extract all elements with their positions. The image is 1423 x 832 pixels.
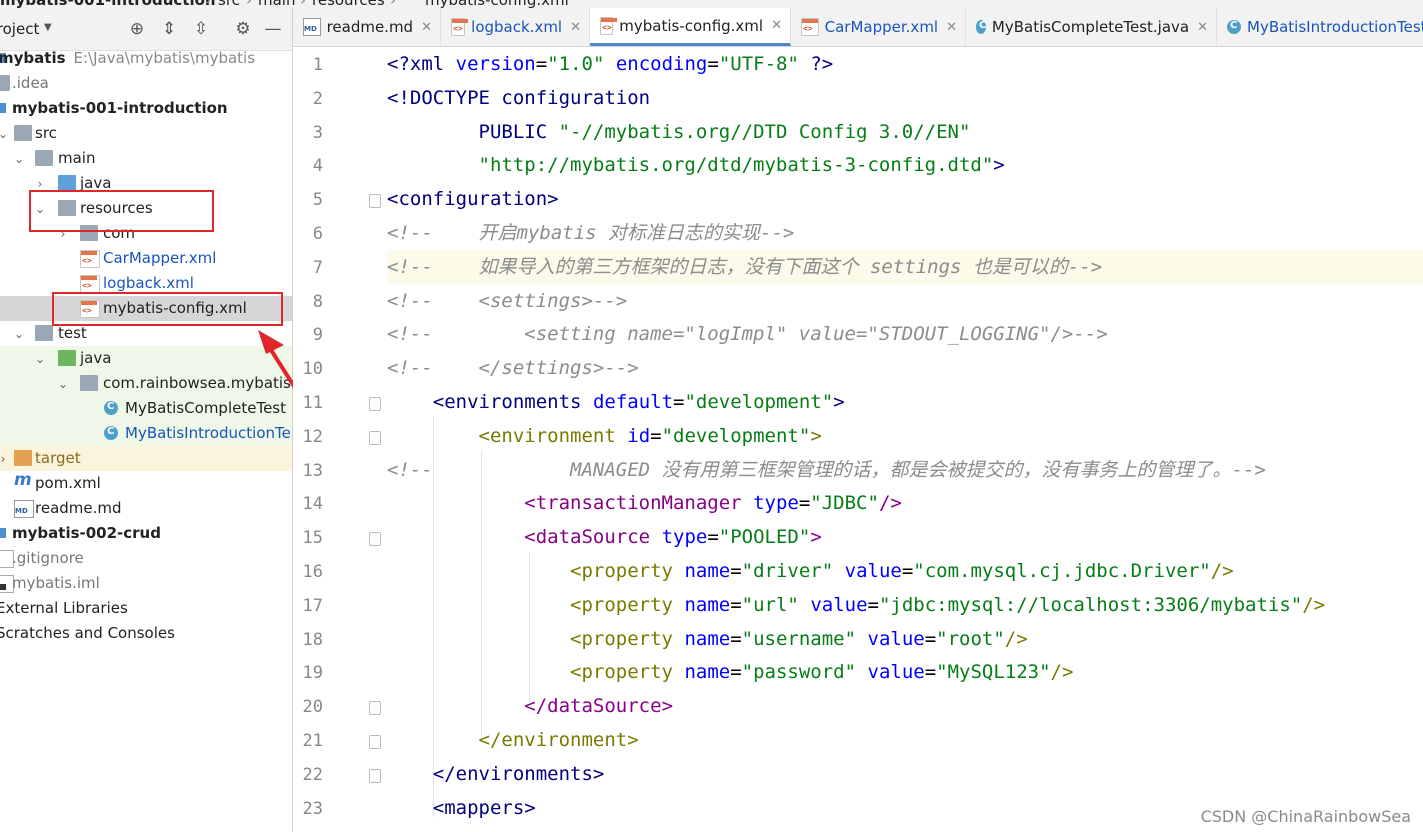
tab-carmapper[interactable]: CarMapper.xml ✕: [791, 8, 966, 46]
line-number: 1: [312, 55, 323, 75]
code-text: <!-- <setting name="logImpl" value="STDO…: [387, 323, 1108, 346]
line-number: 11: [302, 393, 323, 413]
code-line[interactable]: <environments default="development">: [387, 385, 1423, 419]
tab-mybatis-config[interactable]: mybatis-config.xml ✕: [590, 8, 791, 46]
code-text: <environments default="development">: [432, 391, 845, 413]
line-number: 22: [302, 764, 323, 785]
tab-introductiontest[interactable]: MyBatisIntroductionTest.java: [1217, 8, 1423, 46]
code-line[interactable]: <!-- 如果导入的第三方框架的日志，没有下面这个 settings 也是可以的…: [387, 249, 1423, 284]
line-number: 13: [302, 460, 323, 481]
java-class-icon: [976, 20, 986, 34]
line-number: 12: [302, 426, 323, 447]
xml-file-icon: [600, 16, 618, 35]
line-number-gutter: 1 2 3 4 5 6 7 8 9 10 11 12 13 14 15 16 17 18 19 20 21 22 23: [293, 47, 383, 832]
code-text: PUBLIC "-//mybatis.org//DTD Config 3.0//…: [478, 120, 971, 143]
code-text: <property name="driver" value="com.mysql…: [570, 560, 1234, 582]
close-icon[interactable]: ✕: [570, 20, 581, 35]
code-text: <!-- <settings>-->: [387, 289, 628, 312]
code-line[interactable]: <property name="driver" value="com.mysql…: [387, 554, 1423, 588]
code-line[interactable]: <transactionManager type="JDBC"/>: [387, 486, 1423, 520]
fold-marker-icon[interactable]: [369, 701, 381, 716]
markdown-file-icon: [303, 18, 321, 36]
fold-marker-icon[interactable]: [369, 430, 381, 445]
code-line[interactable]: <!-- 开启mybatis 对标准日志的实现-->: [387, 216, 1423, 250]
code-line[interactable]: <property name="url" value="jdbc:mysql:/…: [387, 588, 1423, 622]
code-line[interactable]: </environment>: [387, 723, 1423, 757]
xml-file-icon: [801, 18, 819, 36]
code-text: <dataSource type="POOLED">: [524, 526, 822, 549]
tab-completetest[interactable]: MyBatisCompleteTest.java ✕: [966, 8, 1217, 46]
line-number: 2: [312, 88, 323, 109]
code-text: "http://mybatis.org/dtd/mybatis-3-config…: [478, 154, 1005, 177]
tab-logback[interactable]: logback.xml ✕: [441, 8, 590, 46]
line-number: 5: [312, 190, 323, 211]
fold-marker-icon[interactable]: [369, 397, 381, 411]
code-text: </dataSource>: [524, 695, 674, 718]
code-editor[interactable]: 1 2 3 4 5 6 7 8 9 10 11 12 13 14 15 16 17 18 19 20 21 22 23 <?…: [293, 47, 1423, 832]
close-icon[interactable]: ✕: [421, 20, 432, 35]
code-text: <!-- MANAGED 没有用第三框架管理的话，都是会被提交的，没有事务上的管…: [387, 458, 1266, 481]
code-text: <!-- </settings>-->: [387, 357, 639, 380]
code-line[interactable]: <dataSource type="POOLED">: [387, 520, 1423, 554]
code-text: <!-- 开启mybatis 对标准日志的实现-->: [387, 222, 795, 244]
code-text: <environment id="development">: [478, 424, 822, 447]
line-number: 3: [312, 122, 323, 143]
code-text: <!-- 如果导入的第三方框架的日志，没有下面这个 settings 也是可以的…: [387, 255, 1103, 278]
fold-marker-icon[interactable]: [369, 532, 381, 547]
code-line[interactable]: <environment id="development">: [387, 419, 1423, 453]
close-icon[interactable]: ✕: [1197, 20, 1208, 35]
code-line[interactable]: <property name="username" value="root"/>: [387, 622, 1423, 656]
code-line[interactable]: <!DOCTYPE configuration: [387, 81, 1423, 115]
code-line[interactable]: "http://mybatis.org/dtd/mybatis-3-config…: [387, 148, 1423, 182]
java-class-icon: [1227, 20, 1241, 34]
code-line[interactable]: <property name="password" value="MySQL12…: [387, 655, 1423, 689]
code-line[interactable]: <configuration>: [387, 182, 1423, 216]
code-text: <configuration>: [387, 188, 559, 211]
fold-marker-icon[interactable]: [369, 768, 381, 783]
code-line[interactable]: <!-- <setting name="logImpl" value="STDO…: [387, 317, 1423, 351]
line-number: 20: [302, 697, 323, 718]
line-number: 6: [312, 224, 323, 244]
arrow-head: [258, 330, 284, 354]
line-number: 9: [312, 325, 323, 346]
line-number: 8: [312, 291, 323, 312]
line-number: 15: [302, 528, 323, 549]
line-number: 18: [302, 629, 323, 650]
code-text: <property name="url" value="jdbc:mysql:/…: [570, 593, 1326, 616]
xml-file-icon: [451, 18, 469, 36]
line-number: 21: [302, 731, 323, 751]
code-text: <mappers>: [432, 796, 536, 819]
code-text: <property name="username" value="root"/>: [570, 627, 1028, 650]
close-icon[interactable]: ✕: [771, 18, 782, 33]
line-number: 17: [302, 595, 323, 616]
line-number: 23: [302, 798, 323, 819]
code-line[interactable]: <!-- <settings>-->: [387, 284, 1423, 318]
line-number: 7: [312, 257, 323, 278]
code-text: <transactionManager type="JDBC"/>: [524, 492, 902, 515]
code-line[interactable]: </environments>: [387, 757, 1423, 791]
line-number: 19: [302, 663, 323, 684]
fold-marker-icon[interactable]: [369, 735, 381, 749]
code-text: </environments>: [432, 762, 605, 785]
line-number: 14: [302, 494, 323, 515]
code-text: <!DOCTYPE configuration: [387, 86, 651, 109]
editor-tabs: readme.md ✕ logback.xml ✕ mybatis-config…: [293, 8, 1423, 47]
code-text: </environment>: [478, 729, 639, 751]
code-text: <?xml version="1.0" encoding="UTF-8" ?>: [387, 53, 834, 75]
code-line[interactable]: <!-- MANAGED 没有用第三框架管理的话，都是会被提交的，没有事务上的管…: [387, 453, 1423, 487]
tab-readme[interactable]: readme.md ✕: [293, 8, 441, 46]
code-text: <property name="password" value="MySQL12…: [570, 661, 1074, 684]
close-icon[interactable]: ✕: [946, 20, 957, 35]
line-number: 10: [302, 359, 323, 380]
line-number: 16: [302, 562, 323, 582]
fold-marker-icon[interactable]: [369, 194, 381, 209]
watermark: CSDN @ChinaRainbowSea: [1200, 807, 1411, 826]
code-line[interactable]: PUBLIC "-//mybatis.org//DTD Config 3.0//…: [387, 115, 1423, 149]
code-line[interactable]: </dataSource>: [387, 689, 1423, 723]
code-line[interactable]: <?xml version="1.0" encoding="UTF-8" ?>: [387, 47, 1423, 81]
line-number: 4: [312, 156, 323, 177]
code-line[interactable]: <!-- </settings>-->: [387, 351, 1423, 385]
